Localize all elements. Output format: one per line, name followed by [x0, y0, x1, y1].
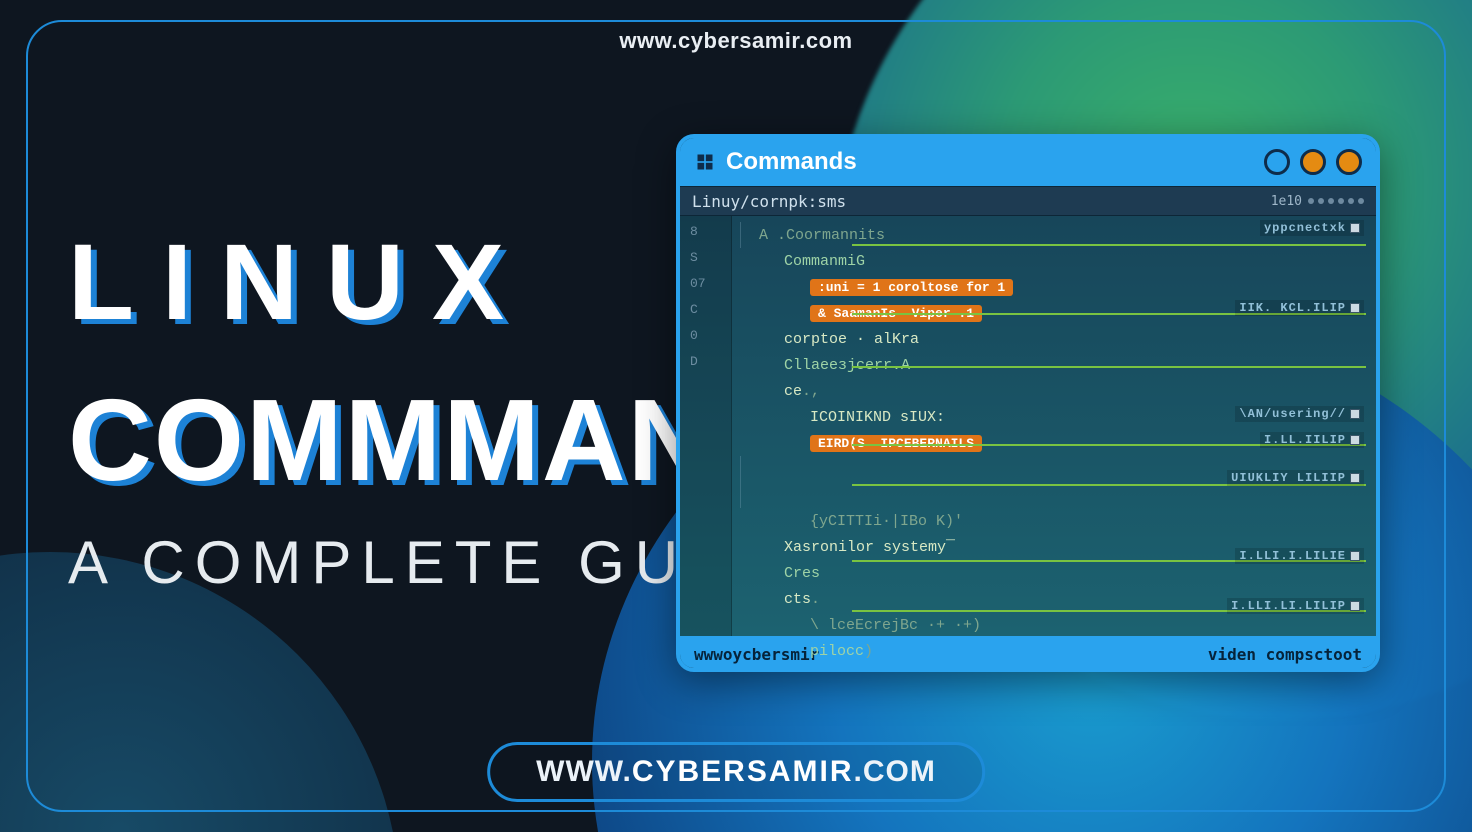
line-badge: \AN/usering// [1235, 406, 1364, 422]
line-badge: IIK. KCL.ILIP [1235, 300, 1364, 316]
editor-pathbar: Linuy/cornpk:sms 1e10 [680, 186, 1376, 216]
code-line: \ lceEcrejBc ·+ ·+) [740, 612, 1366, 638]
line-badge: I.LL.IILIP [1260, 432, 1364, 448]
footer-post: .COM [854, 755, 936, 788]
gutter-cell: 07 [690, 276, 723, 302]
editor-titlebar[interactable]: Commands [680, 138, 1376, 186]
footer-pre: WWW. [536, 755, 632, 788]
gutter-cell: C [690, 302, 723, 328]
window-title: Commands [726, 148, 857, 176]
code-line: {yCITTIi·|IBo K)' [740, 508, 1366, 534]
code-line: pilocc) [740, 638, 1366, 664]
code-line: corptoe · alKra [740, 326, 1366, 352]
window-max-icon[interactable] [1300, 149, 1326, 175]
top-url: www.cybersamir.com [0, 28, 1472, 54]
editor-body: 8S07C0D A .CoormannitsCommanmiG:uni = 1 … [680, 216, 1376, 636]
separator-rule [852, 244, 1366, 246]
footer-url-pill[interactable]: WWW.CYBERSAMIR.COM [487, 742, 985, 802]
code-area[interactable]: A .CoormannitsCommanmiG:uni = 1 coroltos… [732, 216, 1376, 636]
footer-bold: CYBERSAMIR [632, 755, 854, 788]
gutter-cell: 8 [690, 224, 723, 250]
window-min-icon[interactable] [1264, 149, 1290, 175]
code-line: CommanmiG [740, 248, 1366, 274]
line-badge: UIUKLIY LILIIP [1227, 470, 1364, 486]
path-text: Linuy/cornpk:sms [692, 192, 846, 211]
toolbar-dots [1308, 198, 1364, 204]
gutter-cell: S [690, 250, 723, 276]
line-badge: yppcnectxk [1260, 220, 1364, 236]
line-badge: I.LLI.LI.LILIP [1227, 598, 1364, 614]
gutter-cell: 0 [690, 328, 723, 354]
window-controls [1264, 149, 1362, 175]
window-close-icon[interactable] [1336, 149, 1362, 175]
editor-window: Commands Linuy/cornpk:sms 1e10 8S07C0D A… [676, 134, 1380, 672]
code-line: Cllaeeɜjcerr.A [740, 352, 1366, 378]
separator-rule [852, 366, 1366, 368]
code-line: ce., [740, 378, 1366, 404]
path-right-text: 1e10 [1271, 194, 1302, 209]
line-gutter: 8S07C0D [680, 216, 732, 636]
code-line: :uni = 1 coroltose for 1 [740, 274, 1366, 300]
app-icon [694, 151, 716, 173]
line-badge: I.LLI.I.LILIE [1235, 548, 1364, 564]
gutter-cell: D [690, 354, 723, 380]
